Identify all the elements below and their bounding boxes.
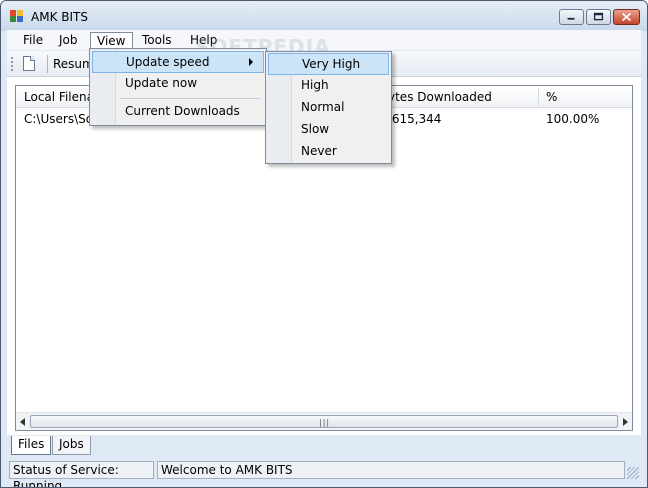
close-button[interactable] — [613, 9, 640, 25]
submenu-arrow-icon — [249, 58, 253, 66]
tab-jobs[interactable]: Jobs — [52, 436, 91, 455]
maximize-button[interactable] — [586, 9, 611, 25]
title-bar[interactable]: AMK BITS — [1, 1, 647, 31]
status-message: Welcome to AMK BITS — [157, 461, 625, 479]
speed-submenu: Very High High Normal Slow Never — [265, 51, 392, 164]
menu-item-update-now[interactable]: Update now — [92, 73, 264, 95]
tab-files[interactable]: Files — [11, 436, 52, 455]
toolbar-separator — [47, 55, 48, 73]
maximize-icon — [593, 12, 604, 21]
app-icon — [10, 10, 24, 22]
tab-strip: Files Jobs — [7, 435, 641, 455]
status-bar: Status of Service: Running Welcome to AM… — [7, 459, 641, 487]
minimize-button[interactable] — [559, 9, 584, 25]
menu-job[interactable]: Job — [53, 32, 84, 50]
table-cell-bytes[interactable]: ,615,344 — [388, 112, 441, 126]
resume-button[interactable]: Resum — [53, 57, 94, 71]
window-title: AMK BITS — [31, 10, 88, 24]
toolbar-grip[interactable] — [11, 57, 13, 71]
view-menu-dropdown: Update speed Update now Current Download… — [89, 48, 267, 126]
close-icon — [621, 12, 632, 22]
speed-item-normal[interactable]: Normal — [268, 97, 389, 119]
speed-item-never[interactable]: Never — [268, 141, 389, 163]
menu-item-label: Update speed — [126, 55, 210, 69]
menu-item-update-speed[interactable]: Update speed — [92, 51, 264, 73]
scroll-right-icon[interactable] — [623, 418, 628, 426]
horizontal-scrollbar[interactable]: ||| — [16, 412, 632, 430]
menu-file[interactable]: File — [17, 32, 49, 50]
menu-item-current-downloads[interactable]: Current Downloads — [92, 101, 264, 123]
scroll-left-icon[interactable] — [20, 418, 25, 426]
thumb-grip-icon: ||| — [319, 418, 331, 427]
table-cell-percent[interactable]: 100.00% — [546, 112, 599, 126]
scrollbar-thumb[interactable]: ||| — [30, 415, 618, 428]
app-window: AMK BITS File Job View Tools Help SOFTPE… — [0, 0, 648, 488]
minimize-icon — [567, 17, 575, 20]
column-header-percent[interactable]: % — [546, 90, 557, 104]
status-service: Status of Service: Running — [9, 461, 154, 487]
column-divider[interactable] — [538, 88, 539, 106]
speed-item-high[interactable]: High — [268, 75, 389, 97]
new-document-icon[interactable] — [23, 56, 35, 71]
column-header-bytes[interactable]: ytes Downloaded — [388, 90, 492, 104]
menu-separator — [120, 98, 260, 99]
speed-item-very-high[interactable]: Very High — [268, 53, 389, 75]
resize-grip-icon[interactable] — [627, 467, 639, 479]
speed-item-slow[interactable]: Slow — [268, 119, 389, 141]
